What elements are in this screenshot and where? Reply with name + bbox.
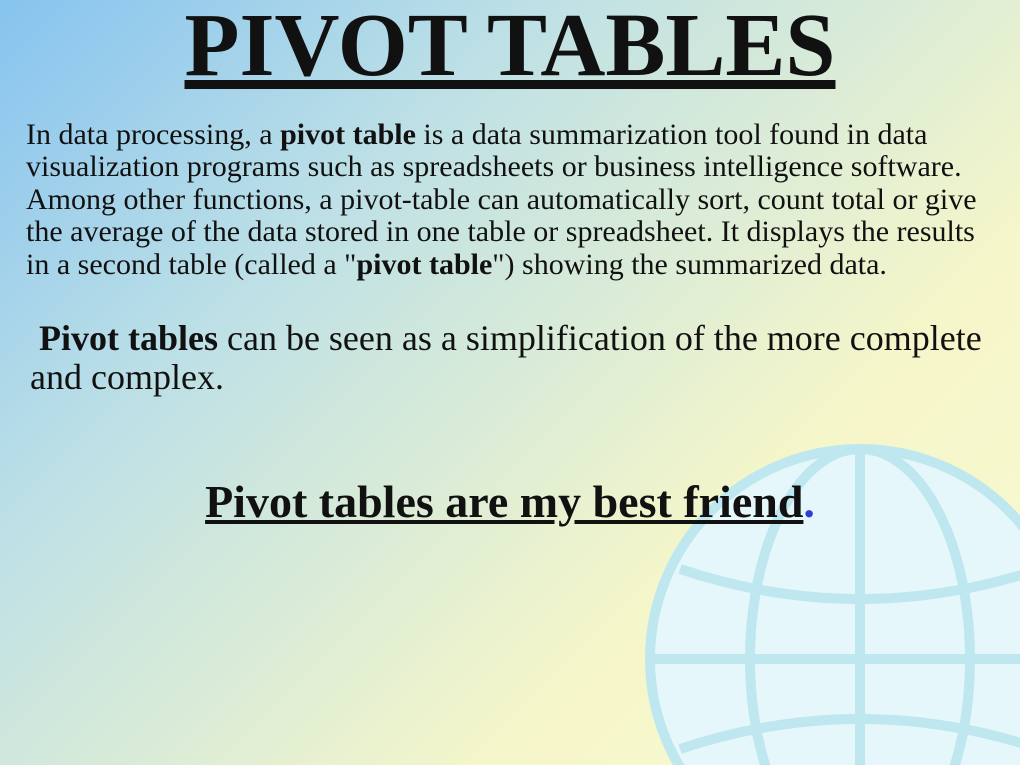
paragraph-simplification: Pivot tables can be seen as a simplifica… [24,319,996,397]
tagline-text: Pivot tables are my best friend [205,476,803,527]
paragraph-definition: In data processing, a pivot table is a d… [24,119,996,281]
para2-bold: Pivot tables [39,318,218,358]
para1-text-3: ") showing the summarized data. [492,248,887,281]
para1-bold-1: pivot table [280,118,416,151]
para1-text-1: In data processing, a [26,118,280,151]
slide-title: PIVOT TABLES [24,0,996,97]
para1-bold-2: pivot table [356,248,492,281]
tagline-period: . [803,476,815,527]
slide-content: PIVOT TABLES In data processing, a pivot… [0,0,1020,528]
tagline-container: Pivot tables are my best friend. [24,475,996,528]
